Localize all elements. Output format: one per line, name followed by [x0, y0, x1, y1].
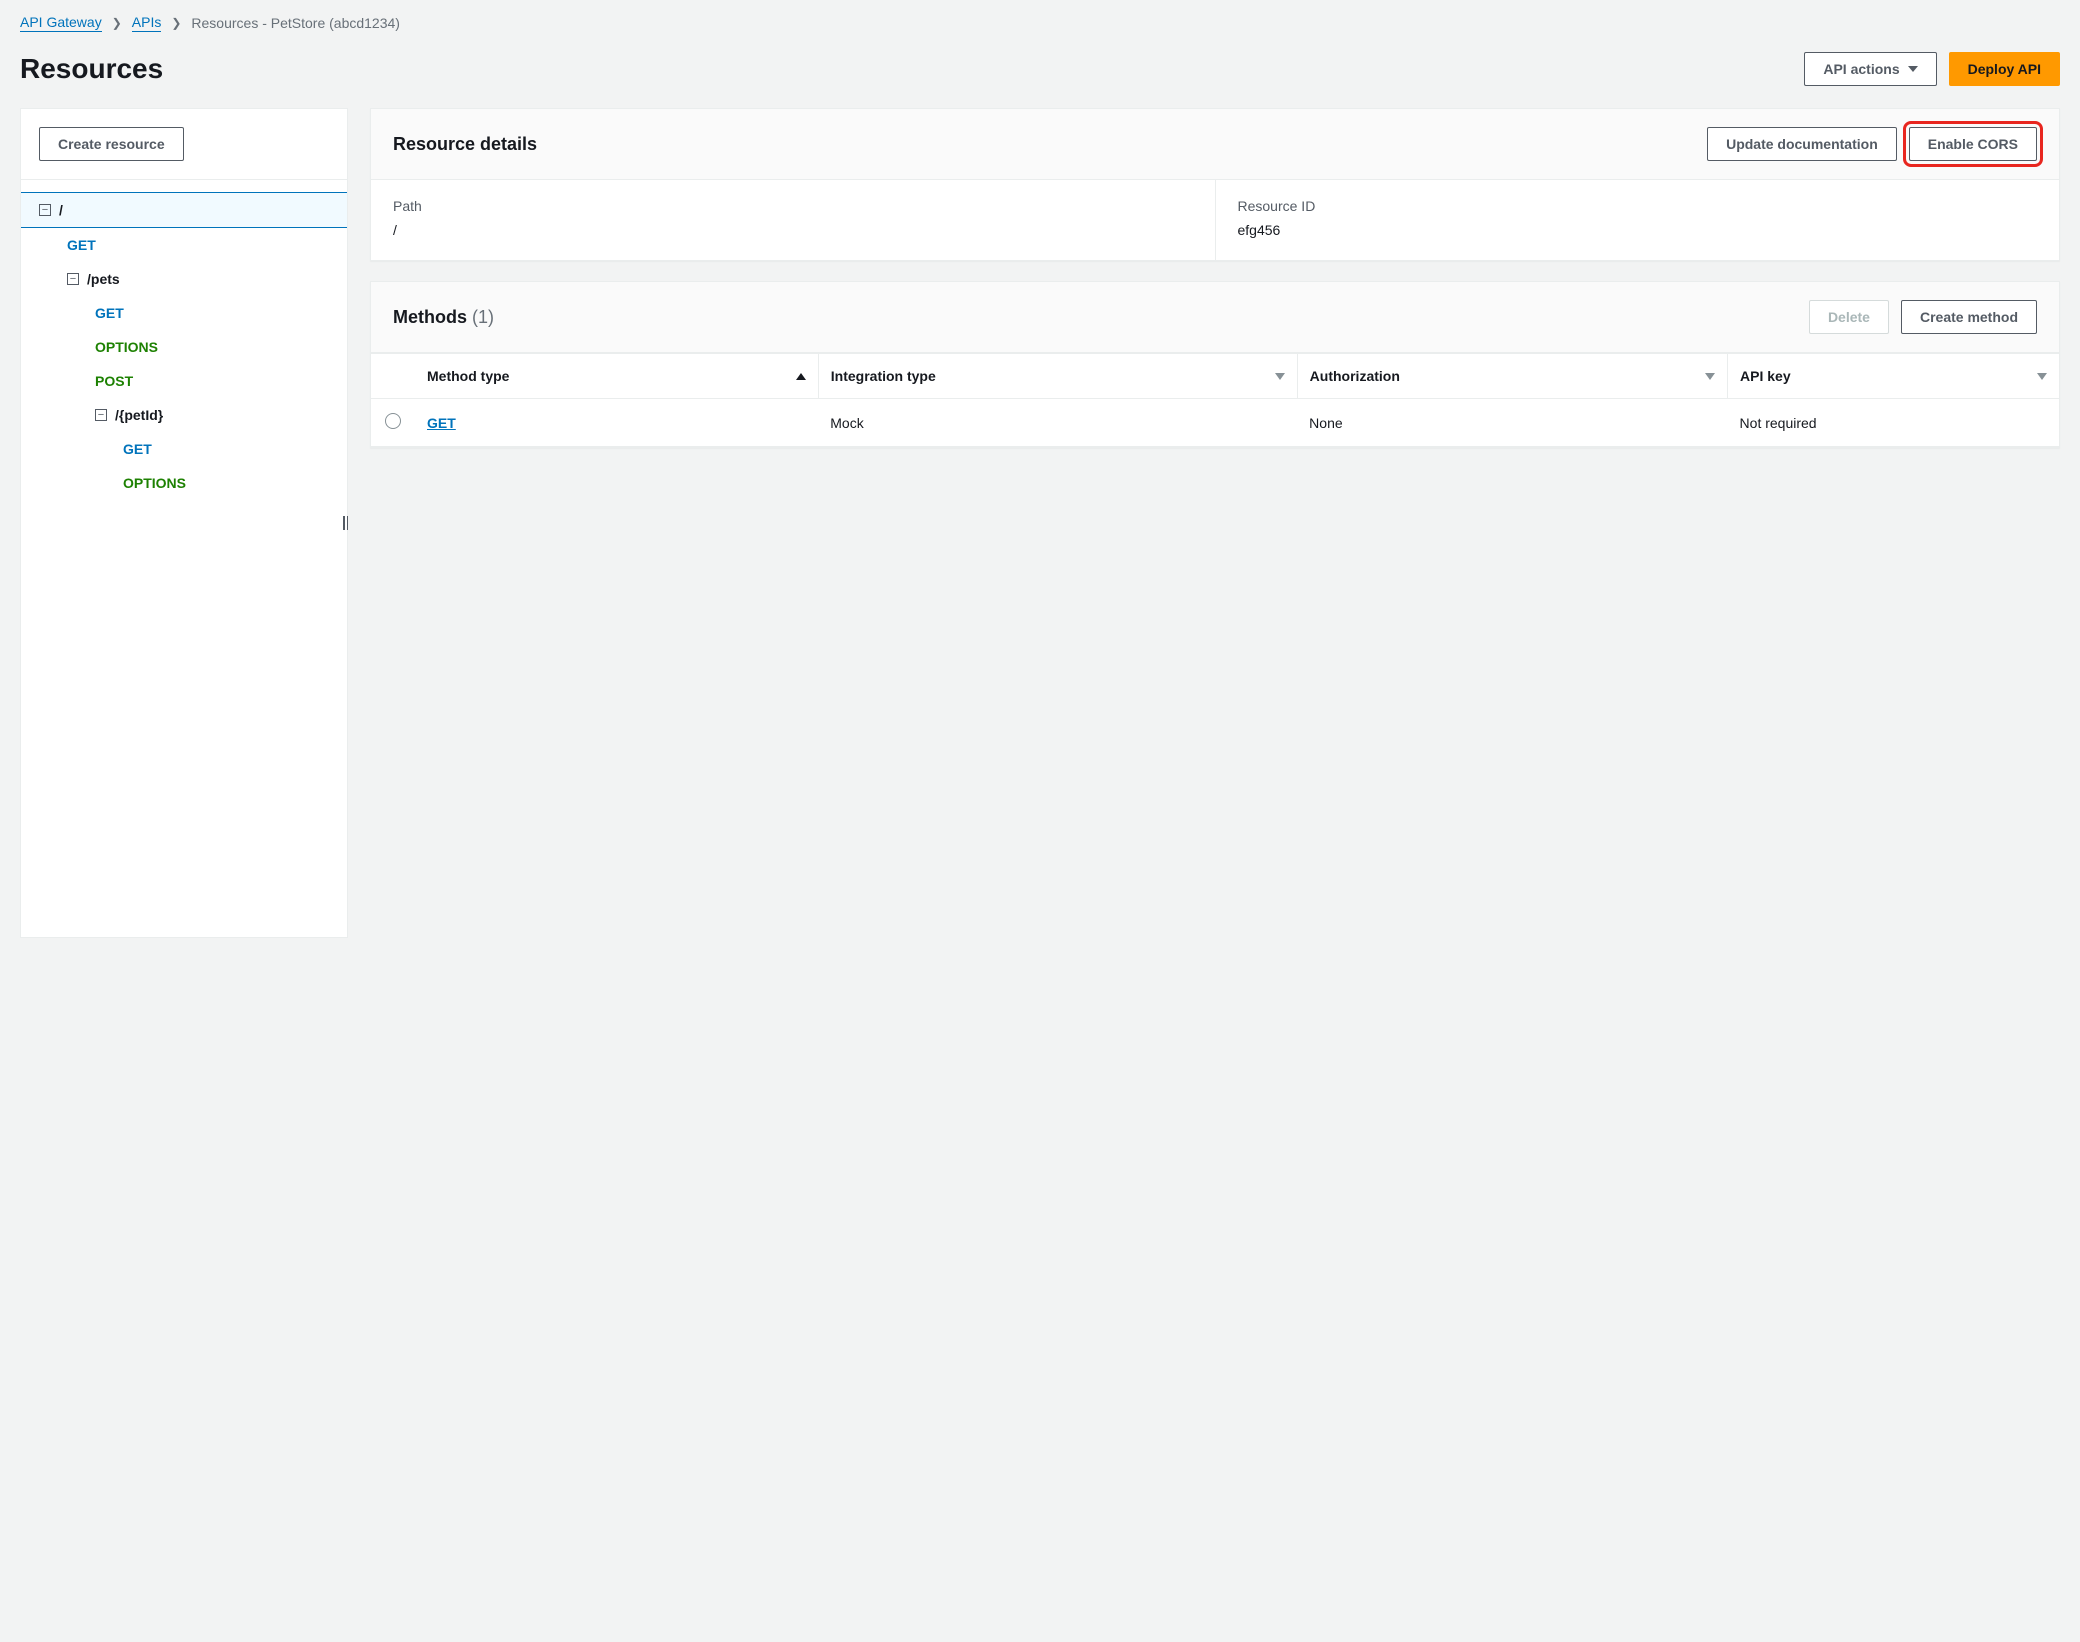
tree-method-post[interactable]: POST: [21, 364, 347, 398]
api-actions-label: API actions: [1823, 59, 1899, 79]
col-method-type[interactable]: Method type: [415, 354, 818, 399]
update-documentation-button[interactable]: Update documentation: [1707, 127, 1897, 161]
tree-method-get[interactable]: GET: [21, 432, 347, 466]
cell-api-key: Not required: [1728, 399, 2059, 447]
select-all-header: [371, 354, 415, 399]
methods-table: Method type Integration type: [371, 353, 2059, 447]
deploy-api-button[interactable]: Deploy API: [1949, 52, 2060, 86]
collapse-icon[interactable]: −: [39, 204, 51, 216]
methods-title: Methods: [393, 307, 467, 327]
col-integration-type[interactable]: Integration type: [818, 354, 1297, 399]
table-row[interactable]: GET Mock None Not required: [371, 399, 2059, 447]
method-label: GET: [95, 302, 124, 324]
create-method-button[interactable]: Create method: [1901, 300, 2037, 334]
enable-cors-button[interactable]: Enable CORS: [1909, 127, 2037, 161]
create-resource-button[interactable]: Create resource: [39, 127, 184, 161]
resource-details-title: Resource details: [393, 134, 537, 155]
collapse-icon[interactable]: −: [67, 273, 79, 285]
path-label: Path: [393, 198, 1193, 214]
row-select-radio[interactable]: [385, 413, 401, 429]
resize-handle-icon[interactable]: [343, 514, 353, 532]
sort-icon: [1275, 373, 1285, 380]
sort-icon: [1705, 373, 1715, 380]
col-authorization[interactable]: Authorization: [1297, 354, 1727, 399]
col-label: API key: [1740, 368, 1791, 384]
chevron-right-icon: ❯: [112, 16, 122, 30]
resource-id-label: Resource ID: [1238, 198, 2038, 214]
breadcrumb-link-api-gateway[interactable]: API Gateway: [20, 14, 102, 32]
tree-method-options[interactable]: OPTIONS: [21, 466, 347, 500]
method-label: POST: [95, 370, 133, 392]
method-label: GET: [67, 234, 96, 256]
collapse-icon[interactable]: −: [95, 409, 107, 421]
cell-integration-type: Mock: [818, 399, 1297, 447]
method-type-link[interactable]: GET: [427, 415, 456, 431]
resource-id-value: efg456: [1238, 222, 2038, 238]
breadcrumb-link-apis[interactable]: APIs: [132, 14, 162, 32]
breadcrumb-current: Resources - PetStore (abcd1234): [191, 15, 400, 31]
col-label: Integration type: [831, 368, 936, 384]
col-label: Method type: [427, 368, 509, 384]
path-value: /: [393, 222, 1193, 238]
method-label: OPTIONS: [95, 336, 158, 358]
delete-method-button[interactable]: Delete: [1809, 300, 1889, 334]
caret-down-icon: [1908, 66, 1918, 72]
tree-method-options[interactable]: OPTIONS: [21, 330, 347, 364]
methods-panel: Methods (1) Delete Create method: [370, 281, 2060, 448]
chevron-right-icon: ❯: [171, 16, 181, 30]
resource-details-panel: Resource details Update documentation En…: [370, 108, 2060, 261]
methods-count: (1): [472, 307, 494, 327]
tree-node-pets[interactable]: − /pets: [21, 262, 347, 296]
tree-node-root[interactable]: − /: [21, 192, 347, 228]
tree-label: /pets: [87, 268, 120, 290]
cell-authorization: None: [1297, 399, 1727, 447]
api-actions-button[interactable]: API actions: [1804, 52, 1936, 86]
sort-icon: [2037, 373, 2047, 380]
tree-node-petid[interactable]: − /{petId}: [21, 398, 347, 432]
tree-method-get[interactable]: GET: [21, 228, 347, 262]
tree-label: /: [59, 199, 63, 221]
resource-tree: − / GET − /pets GET OPTIONS POST: [21, 180, 347, 500]
col-api-key[interactable]: API key: [1728, 354, 2059, 399]
tree-label: /{petId}: [115, 404, 163, 426]
method-label: GET: [123, 438, 152, 460]
col-label: Authorization: [1310, 368, 1400, 384]
page-title: Resources: [20, 53, 163, 85]
resource-tree-sidebar: Create resource − / GET − /pets GET: [20, 108, 348, 938]
method-label: OPTIONS: [123, 472, 186, 494]
breadcrumb: API Gateway ❯ APIs ❯ Resources - PetStor…: [20, 14, 2060, 32]
sort-asc-icon: [796, 373, 806, 380]
tree-method-get[interactable]: GET: [21, 296, 347, 330]
